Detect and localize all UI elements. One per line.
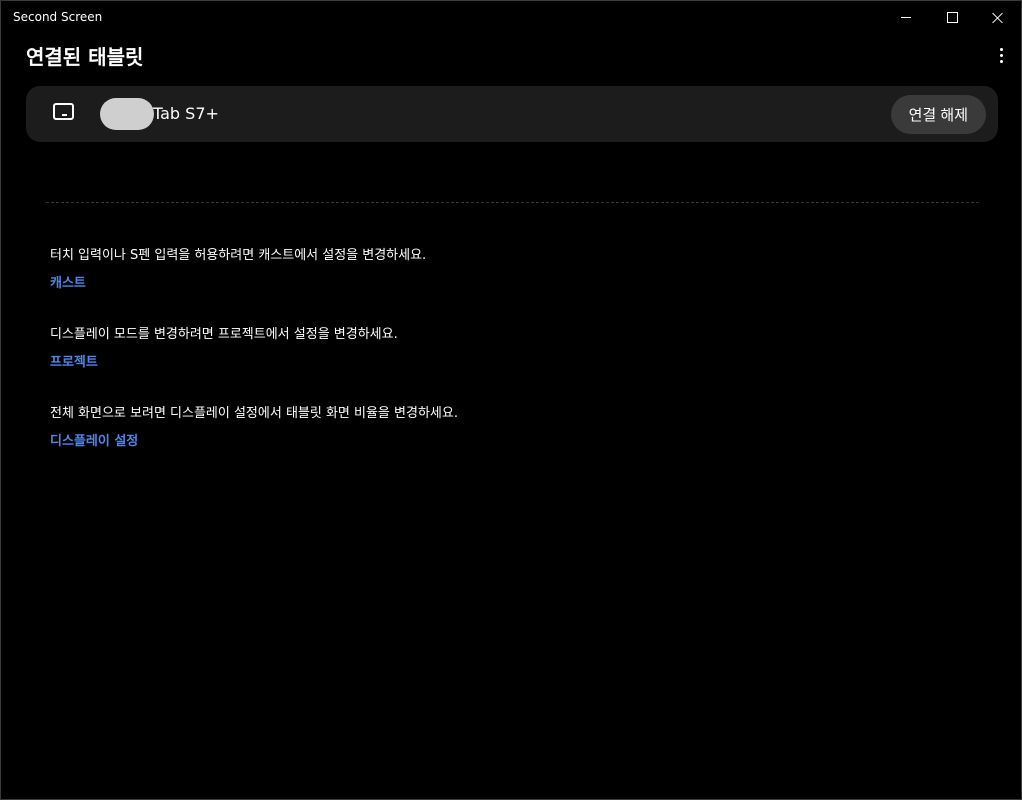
minimize-icon: [901, 17, 911, 18]
window-title: Second Screen: [13, 10, 103, 24]
redacted-device-prefix: [100, 98, 154, 130]
info-text: 전체 화면으로 보려면 디스플레이 설정에서 태블릿 화면 비율을 변경하세요.: [50, 406, 458, 421]
app-window: Second Screen 연결된 태블릿 Tab S7+ 연결 해제 터치 입…: [0, 0, 1022, 800]
cast-link[interactable]: 캐스트: [50, 272, 86, 291]
divider: [46, 202, 979, 203]
info-block-display: 전체 화면으로 보려면 디스플레이 설정에서 태블릿 화면 비율을 변경하세요.…: [50, 402, 458, 449]
info-text: 디스플레이 모드를 변경하려면 프로젝트에서 설정을 변경하세요.: [50, 327, 398, 342]
device-name: Tab S7+: [153, 104, 219, 123]
maximize-button[interactable]: [929, 1, 975, 34]
tablet-icon-bar: [62, 114, 67, 116]
display-settings-link[interactable]: 디스플레이 설정: [50, 430, 138, 449]
connected-device-card: Tab S7+ 연결 해제: [26, 86, 998, 142]
more-options-button[interactable]: [991, 45, 1011, 65]
info-block-project: 디스플레이 모드를 변경하려면 프로젝트에서 설정을 변경하세요. 프로젝트: [50, 323, 398, 370]
more-dot-icon: [999, 47, 1003, 51]
page-title: 연결된 태블릿: [26, 45, 144, 69]
info-text: 터치 입력이나 S펜 입력을 허용하려면 캐스트에서 설정을 변경하세요.: [50, 248, 427, 263]
info-block-cast: 터치 입력이나 S펜 입력을 허용하려면 캐스트에서 설정을 변경하세요. 캐스…: [50, 244, 426, 291]
minimize-button[interactable]: [883, 1, 929, 34]
close-icon: [992, 12, 1004, 24]
more-dot-icon: [999, 53, 1003, 57]
title-bar[interactable]: Second Screen: [1, 1, 1021, 34]
tablet-icon: [53, 103, 74, 120]
close-button[interactable]: [975, 1, 1021, 34]
project-link[interactable]: 프로젝트: [50, 351, 98, 370]
disconnect-button[interactable]: 연결 해제: [890, 95, 986, 134]
more-dot-icon: [999, 59, 1003, 63]
maximize-icon: [946, 12, 958, 23]
